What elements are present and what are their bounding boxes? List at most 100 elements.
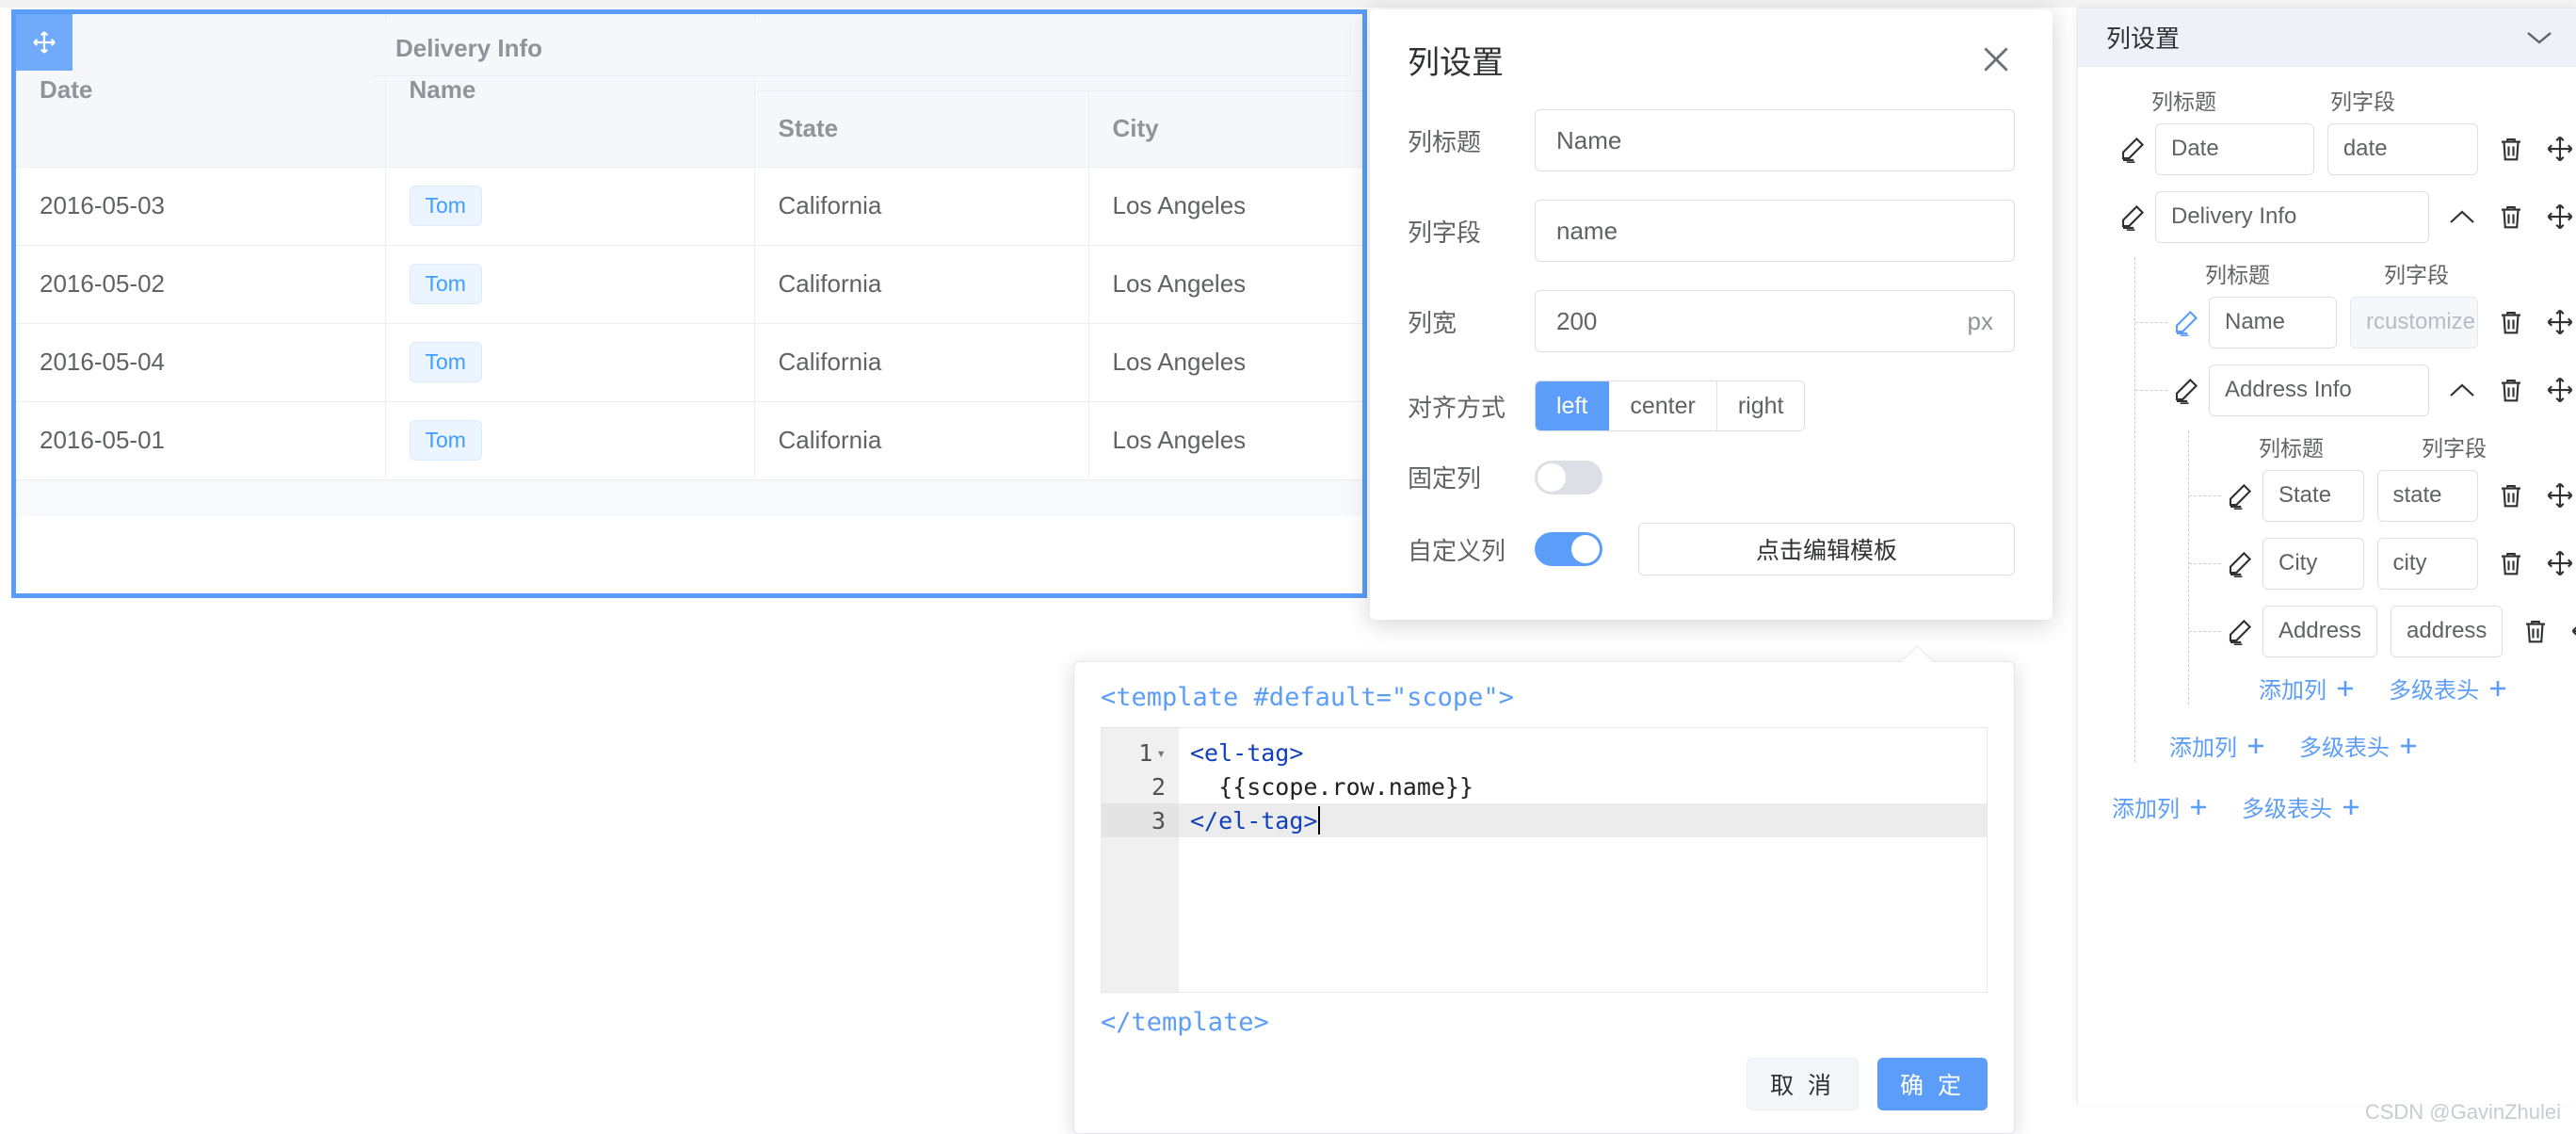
input-column-field[interactable]: state bbox=[2377, 470, 2479, 522]
add-bar-level1: 添加列 多级表头 bbox=[2078, 790, 2576, 823]
edit-pencil-icon[interactable] bbox=[2167, 376, 2205, 404]
template-open-tag: <template #default="scope"> bbox=[1101, 683, 1988, 712]
dialog-header: 列设置 bbox=[1370, 9, 2053, 109]
align-option-center[interactable]: center bbox=[1609, 381, 1716, 430]
move-icon[interactable] bbox=[2544, 374, 2576, 406]
add-group-header-button-l1[interactable]: 多级表头 bbox=[2242, 790, 2362, 823]
add-column-button-l1[interactable]: 添加列 bbox=[2112, 790, 2210, 823]
label-column-title: 列标题 bbox=[1408, 123, 1535, 158]
field-row-fixed: 固定列 bbox=[1408, 460, 2015, 494]
th-city[interactable]: City bbox=[1088, 90, 1362, 167]
width-unit-label: px bbox=[1968, 307, 1993, 336]
cell-city: Los Angeles bbox=[1088, 401, 1362, 479]
move-icon[interactable] bbox=[2544, 547, 2576, 579]
editor-gutter: 1▾23 bbox=[1102, 728, 1179, 992]
edit-pencil-icon[interactable] bbox=[2114, 135, 2151, 163]
template-close-tag: </template> bbox=[1101, 1008, 1988, 1037]
edit-pencil-icon[interactable] bbox=[2167, 308, 2205, 336]
input-column-title[interactable]: State bbox=[2262, 470, 2364, 522]
add-group-header-button-l2[interactable]: 多级表头 bbox=[2299, 729, 2420, 762]
edit-pencil-icon[interactable] bbox=[2221, 617, 2259, 645]
trash-icon[interactable] bbox=[2495, 374, 2527, 406]
align-option-left[interactable]: left bbox=[1536, 381, 1609, 430]
editor-code-area[interactable]: <el-tag> {{scope.row.name}}</el-tag> bbox=[1179, 728, 1987, 992]
move-icon[interactable] bbox=[2568, 615, 2576, 647]
field-row-title: 列标题 Name bbox=[1408, 109, 2015, 171]
move-icon[interactable] bbox=[2544, 201, 2576, 233]
trash-icon[interactable] bbox=[2495, 201, 2527, 233]
column-row-name: Name rcustomize bbox=[2135, 295, 2576, 349]
cell-state: California bbox=[754, 401, 1088, 479]
chevron-up-icon[interactable] bbox=[2446, 374, 2478, 406]
code-line[interactable]: </el-tag> bbox=[1179, 803, 1987, 837]
template-close-tag-row: </template> bbox=[1101, 1008, 1988, 1037]
input-column-field[interactable]: address bbox=[2391, 606, 2503, 657]
edit-template-button[interactable]: 点击编辑模板 bbox=[1638, 523, 2015, 575]
cell-date: 2016-05-04 bbox=[16, 323, 385, 401]
code-editor[interactable]: 1▾23 <el-tag> {{scope.row.name}}</el-tag… bbox=[1101, 727, 1988, 993]
trash-icon[interactable] bbox=[2495, 306, 2527, 338]
edit-pencil-icon[interactable] bbox=[2114, 202, 2151, 231]
input-column-title[interactable]: Name bbox=[1535, 109, 2015, 171]
input-column-field[interactable]: date bbox=[2327, 123, 2478, 175]
move-icon[interactable] bbox=[2544, 133, 2576, 165]
panel-header[interactable]: 列设置 bbox=[2078, 8, 2576, 67]
move-icon[interactable] bbox=[2544, 306, 2576, 338]
input-column-title[interactable]: Date bbox=[2155, 123, 2314, 175]
custom-column-toggle[interactable] bbox=[1535, 532, 1602, 566]
chevron-down-icon[interactable] bbox=[2525, 29, 2553, 46]
trash-icon[interactable] bbox=[2495, 547, 2527, 579]
line-number: 1▾ bbox=[1102, 736, 1179, 770]
edit-pencil-icon[interactable] bbox=[2221, 549, 2259, 577]
add-column-button-l2[interactable]: 添加列 bbox=[2169, 729, 2267, 762]
dialog-title: 列设置 bbox=[1408, 37, 1504, 83]
cell-city: Los Angeles bbox=[1088, 323, 1362, 401]
fixed-column-toggle[interactable] bbox=[1535, 461, 1602, 494]
input-column-title[interactable]: Address Info bbox=[2209, 364, 2429, 416]
tree-connector bbox=[2135, 390, 2167, 391]
cell-name: Tom bbox=[385, 323, 754, 401]
input-column-field[interactable]: name bbox=[1535, 200, 2015, 262]
field-row-field: 列字段 name bbox=[1408, 200, 2015, 262]
th-delivery-info[interactable]: Delivery Info bbox=[372, 21, 1351, 76]
input-column-title[interactable]: City bbox=[2262, 538, 2364, 590]
label-column-width: 列宽 bbox=[1408, 304, 1535, 339]
edit-pencil-icon[interactable] bbox=[2221, 481, 2259, 510]
add-column-label: 添加列 bbox=[2112, 790, 2180, 823]
code-line[interactable]: <el-tag> bbox=[1179, 736, 1987, 770]
trash-icon[interactable] bbox=[2495, 479, 2527, 511]
nested-level2-block: 列标题 列字段 Name rcustomize bbox=[2134, 257, 2576, 762]
add-group-header-button-l3[interactable]: 多级表头 bbox=[2389, 672, 2509, 705]
trash-icon[interactable] bbox=[2520, 615, 2552, 647]
confirm-button[interactable]: 确 定 bbox=[1877, 1058, 1988, 1110]
label-col-field: 列字段 bbox=[2384, 257, 2553, 289]
input-column-width[interactable]: 200 px bbox=[1535, 290, 2015, 352]
column-row-state: Statestate bbox=[2189, 468, 2576, 523]
close-icon[interactable] bbox=[1977, 40, 2015, 78]
move-icon[interactable] bbox=[2544, 479, 2576, 511]
input-column-field[interactable]: city bbox=[2377, 538, 2479, 590]
table-drag-handle[interactable] bbox=[16, 14, 72, 71]
cell-state: California bbox=[754, 323, 1088, 401]
add-column-button-l3[interactable]: 添加列 bbox=[2259, 672, 2357, 705]
input-column-width-value: 200 bbox=[1556, 307, 1597, 336]
input-column-title[interactable]: Name bbox=[2209, 297, 2337, 348]
input-column-title[interactable]: Address bbox=[2262, 606, 2377, 657]
code-line[interactable]: {{scope.row.name}} bbox=[1179, 770, 1987, 803]
name-tag: Tom bbox=[410, 186, 482, 227]
plus-icon bbox=[2334, 677, 2357, 700]
input-column-title[interactable]: Delivery Info bbox=[2155, 191, 2429, 243]
trash-icon[interactable] bbox=[2495, 133, 2527, 165]
chevron-up-icon[interactable] bbox=[2446, 201, 2478, 233]
fold-arrow-icon[interactable]: ▾ bbox=[1156, 744, 1166, 762]
th-state[interactable]: State bbox=[754, 90, 1088, 167]
tree-connector bbox=[2189, 495, 2221, 496]
popover-actions: 取 消 确 定 bbox=[1101, 1058, 1988, 1110]
align-radio-group: left center right bbox=[1535, 381, 1805, 431]
column-row-address-info: Address Info bbox=[2135, 363, 2576, 417]
level3-rows: StatestateCitycityAddressaddress bbox=[2189, 468, 2576, 658]
data-table-container: Date Name Address Info State City 2016-0… bbox=[11, 9, 1367, 598]
cancel-button[interactable]: 取 消 bbox=[1747, 1058, 1859, 1110]
align-option-right[interactable]: right bbox=[1717, 381, 1805, 430]
name-tag: Tom bbox=[410, 342, 482, 383]
